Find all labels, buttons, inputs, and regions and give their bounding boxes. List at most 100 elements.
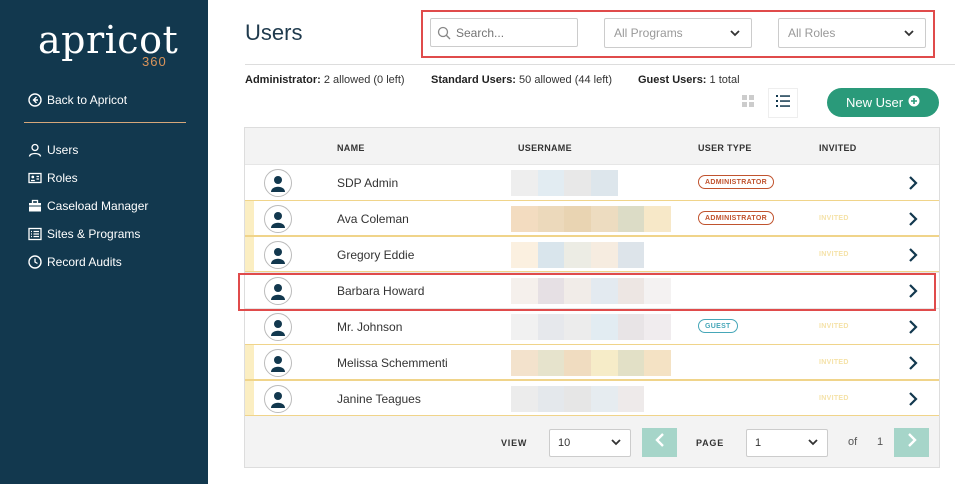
admin-allocation: Administrator: 2 allowed (0 left) <box>245 74 405 86</box>
view-count-select[interactable]: 10 <box>549 429 631 457</box>
user-avatar-icon <box>271 212 285 228</box>
user-name: Mr. Johnson <box>337 320 403 334</box>
invited-status: INVITED <box>819 395 849 402</box>
briefcase-icon <box>28 199 42 213</box>
view-label: VIEW <box>501 438 528 448</box>
programs-filter-value: All Programs <box>614 26 683 40</box>
username-redacted <box>511 350 672 376</box>
avatar <box>264 205 292 233</box>
list-view-button[interactable] <box>768 88 798 118</box>
search-icon <box>437 26 451 40</box>
page-select[interactable]: 1 <box>746 429 828 457</box>
chevron-right-icon[interactable] <box>905 247 921 263</box>
next-page-button[interactable] <box>894 428 929 457</box>
sidebar-item-label: Users <box>47 143 79 157</box>
avatar <box>264 349 292 377</box>
username-redacted <box>511 170 672 196</box>
user-avatar-icon <box>271 248 285 264</box>
avatar <box>264 241 292 269</box>
search-box[interactable] <box>430 18 578 47</box>
user-name: Gregory Eddie <box>337 248 415 262</box>
chevron-down-icon <box>728 26 742 40</box>
sidebar-item-sites-programs[interactable]: Sites & Programs <box>28 220 148 248</box>
chevron-down-icon <box>610 436 622 451</box>
column-header-username[interactable]: USERNAME <box>518 143 572 153</box>
programs-filter-select[interactable]: All Programs <box>604 18 752 48</box>
page-value: 1 <box>755 437 762 449</box>
invited-status: INVITED <box>819 251 849 258</box>
previous-page-button[interactable] <box>642 428 677 457</box>
guest-allocation: Guest Users: 1 total <box>638 74 740 86</box>
invited-status: INVITED <box>819 359 849 366</box>
page-label: PAGE <box>696 438 725 448</box>
roles-filter-select[interactable]: All Roles <box>778 18 926 48</box>
user-type-badge: ADMINISTRATOR <box>698 175 774 189</box>
admin-allocation-value: 2 allowed (0 left) <box>323 74 405 86</box>
plus-circle-icon <box>908 95 920 110</box>
column-header-invited[interactable]: INVITED <box>819 143 857 153</box>
table-row[interactable]: Ava Coleman ADMINISTRATOR INVITED <box>245 200 939 236</box>
sidebar-nav: Users Roles Caseload Manager Sites & Pro… <box>28 136 148 276</box>
chevron-right-icon[interactable] <box>905 391 921 407</box>
sidebar-item-label: Sites & Programs <box>47 227 141 241</box>
username-redacted <box>511 206 672 232</box>
table-row[interactable]: Janine Teagues INVITED <box>245 380 939 416</box>
list-view-icon <box>775 94 791 113</box>
sidebar-item-roles[interactable]: Roles <box>28 164 148 192</box>
user-avatar-icon <box>271 320 285 336</box>
chevron-right-icon[interactable] <box>905 211 921 227</box>
user-name: Ava Coleman <box>337 212 409 226</box>
standard-allocation-value: 50 allowed (44 left) <box>519 74 612 86</box>
chevron-right-icon[interactable] <box>905 175 921 191</box>
table-row[interactable]: Mr. Johnson GUEST INVITED <box>245 308 939 344</box>
invited-status: INVITED <box>819 323 849 330</box>
chevron-down-icon <box>902 26 916 40</box>
guest-allocation-label: Guest Users: <box>638 74 707 86</box>
avatar <box>264 313 292 341</box>
of-label: of <box>848 436 858 448</box>
user-avatar-icon <box>271 356 285 372</box>
chevron-right-icon[interactable] <box>905 355 921 371</box>
sidebar-item-label: Record Audits <box>47 255 122 269</box>
user-name: Janine Teagues <box>337 392 421 406</box>
roles-filter-value: All Roles <box>788 26 836 40</box>
grid-view-button[interactable] <box>733 88 763 118</box>
row-highlight-box <box>238 273 936 311</box>
search-input[interactable] <box>456 25 566 40</box>
table-row[interactable]: Gregory Eddie INVITED <box>245 236 939 272</box>
column-header-user-type[interactable]: USER TYPE <box>698 143 752 153</box>
clock-icon <box>28 255 42 269</box>
user-name: SDP Admin <box>337 176 399 190</box>
back-to-apricot-label: Back to Apricot <box>47 93 128 107</box>
arrow-left-circle-icon <box>28 93 42 107</box>
back-to-apricot-link[interactable]: Back to Apricot <box>28 93 127 107</box>
user-icon <box>28 143 42 157</box>
chevron-left-icon <box>653 432 667 453</box>
table-row[interactable]: SDP Admin ADMINISTRATOR <box>245 164 939 200</box>
invited-status: INVITED <box>819 215 849 222</box>
id-card-icon <box>28 171 42 185</box>
user-type-badge: ADMINISTRATOR <box>698 211 774 225</box>
username-redacted <box>511 386 672 412</box>
sidebar-item-users[interactable]: Users <box>28 136 148 164</box>
user-avatar-icon <box>271 176 285 192</box>
view-count-value: 10 <box>558 437 571 449</box>
sidebar-item-record-audits[interactable]: Record Audits <box>28 248 148 276</box>
list-icon <box>28 227 42 241</box>
sidebar-item-label: Caseload Manager <box>47 199 149 213</box>
chevron-right-icon[interactable] <box>905 319 921 335</box>
admin-allocation-label: Administrator: <box>245 74 321 86</box>
sidebar-item-caseload-manager[interactable]: Caseload Manager <box>28 192 148 220</box>
sidebar-divider <box>24 122 186 123</box>
table-row[interactable]: Melissa Schemmenti INVITED <box>245 344 939 380</box>
user-avatar-icon <box>271 392 285 408</box>
user-type-badge: GUEST <box>698 319 738 333</box>
new-user-button[interactable]: New User <box>827 88 939 117</box>
column-header-name[interactable]: NAME <box>337 143 365 153</box>
header-divider <box>245 64 955 65</box>
username-redacted <box>511 314 672 340</box>
page-title: Users <box>245 20 303 45</box>
chevron-right-icon <box>905 432 919 453</box>
grid-icon <box>741 94 755 113</box>
sidebar: apricot 360 Back to Apricot Users Roles … <box>0 0 208 484</box>
